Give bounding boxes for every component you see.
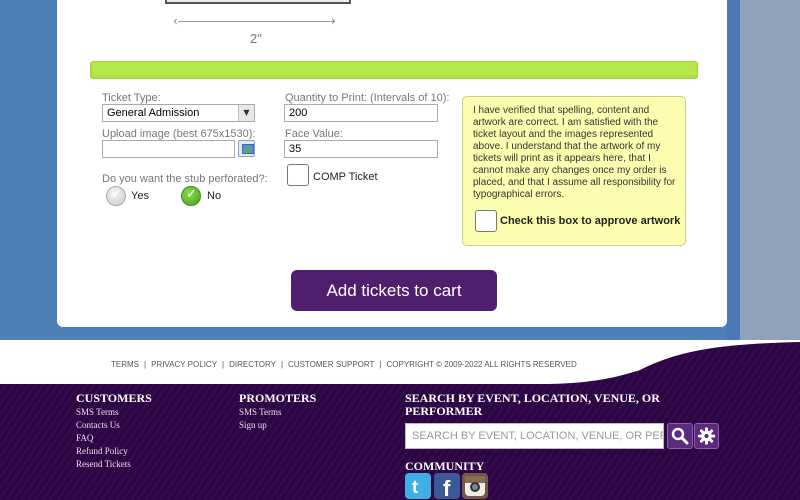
artwork-approval-box: I have verified that spelling, content a… xyxy=(462,96,686,246)
ticket-type-select[interactable]: General Admission ▼ xyxy=(102,104,255,122)
check-icon: ✓ xyxy=(111,187,122,202)
search-button[interactable] xyxy=(667,423,693,449)
customers-faq-link[interactable]: FAQ xyxy=(76,433,93,443)
gear-icon xyxy=(697,427,716,445)
promoters-sms-terms-link[interactable]: SMS Terms xyxy=(239,407,281,417)
dimension-width-label: 2" xyxy=(250,31,262,46)
directory-link[interactable]: DIRECTORY xyxy=(229,360,276,369)
perforated-no-label: No xyxy=(207,190,222,202)
ticket-type-label: Ticket Type: xyxy=(102,92,161,104)
approve-artwork-label: Check this box to approve artwork xyxy=(500,215,681,227)
svg-text:f: f xyxy=(443,476,451,499)
add-tickets-to-cart-button[interactable]: Add tickets to cart xyxy=(291,270,497,311)
perforated-no-radio[interactable]: ✓ xyxy=(181,186,201,206)
upload-image-label: Upload image (best 675x1530): xyxy=(102,128,256,140)
progress-bar xyxy=(90,61,698,79)
chevron-down-icon: ▼ xyxy=(238,105,254,121)
customer-support-link[interactable]: CUSTOMER SUPPORT xyxy=(288,360,374,369)
dimension-line xyxy=(178,21,334,22)
copyright-text: COPYRIGHT © 2009-2022 ALL RIGHTS RESERVE… xyxy=(386,360,577,369)
right-gray-strip xyxy=(740,0,800,340)
customers-heading: CUSTOMERS xyxy=(76,391,152,405)
instagram-icon[interactable] xyxy=(462,473,488,499)
quantity-label: Quantity to Print: (Intervals of 10): xyxy=(285,92,450,104)
search-settings-button[interactable] xyxy=(694,423,719,449)
twitter-icon[interactable]: t xyxy=(405,473,431,499)
quantity-input[interactable] xyxy=(284,104,438,122)
footer-terms-bar: TERMS | PRIVACY POLICY | DIRECTORY | CUSTOMER … xyxy=(111,360,577,369)
customers-refund-policy-link[interactable]: Refund Policy xyxy=(76,446,128,456)
customers-contact-link[interactable]: Contacts Us xyxy=(76,420,120,430)
search-heading: SEARCH BY EVENT, LOCATION, VENUE, OR PER… xyxy=(405,391,660,418)
comp-ticket-checkbox[interactable] xyxy=(287,164,309,186)
perforated-yes-label: Yes xyxy=(131,190,149,202)
customers-resend-tickets-link[interactable]: Resend Tickets xyxy=(76,459,131,469)
privacy-policy-link[interactable]: PRIVACY POLICY xyxy=(151,360,217,369)
perforated-label: Do you want the stub perforated?: xyxy=(102,173,268,185)
facebook-icon[interactable]: f xyxy=(434,473,460,500)
community-heading: COMMUNITY xyxy=(405,459,485,473)
ticket-type-value: General Admission xyxy=(107,107,200,119)
search-icon xyxy=(671,427,689,445)
right-blue-strip xyxy=(726,0,740,340)
approve-artwork-checkbox[interactable] xyxy=(475,210,497,232)
terms-link[interactable]: TERMS xyxy=(111,360,139,369)
svg-text:t: t xyxy=(412,477,418,497)
comp-ticket-label: COMP Ticket xyxy=(313,171,378,183)
promoters-signup-link[interactable]: Sign up xyxy=(239,420,267,430)
site-footer: TERMS | PRIVACY POLICY | DIRECTORY | CUSTOMER … xyxy=(0,340,800,500)
face-value-label: Face Value: xyxy=(285,128,343,140)
footer-search-input[interactable]: SEARCH BY EVENT, LOCATION, VENUE, OR PER… xyxy=(405,423,664,449)
face-value-input[interactable] xyxy=(284,140,438,158)
ticket-preview-edge xyxy=(165,0,351,4)
approval-disclaimer-text: I have verified that spelling, content a… xyxy=(473,105,676,200)
check-icon: ✓ xyxy=(186,187,197,202)
dimension-right-arrow-icon: › xyxy=(331,14,336,28)
upload-image-icon[interactable] xyxy=(238,140,255,157)
upload-image-field[interactable] xyxy=(102,140,235,158)
promoters-heading: PROMOTERS xyxy=(239,391,317,405)
perforated-yes-radio[interactable]: ✓ xyxy=(106,186,126,206)
customers-sms-terms-link[interactable]: SMS Terms xyxy=(76,407,118,417)
